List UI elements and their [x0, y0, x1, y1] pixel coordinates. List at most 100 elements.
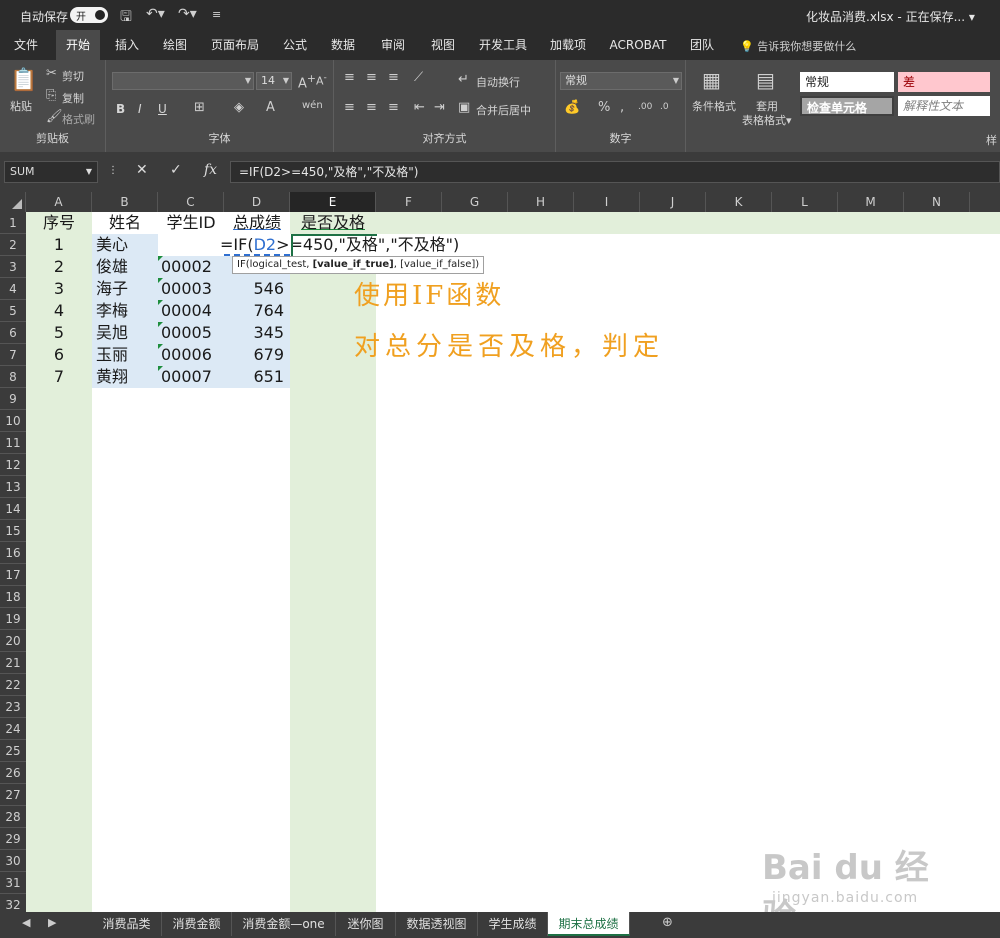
- format-as-table-icon[interactable]: ▤: [756, 68, 775, 92]
- formula-bar-options-icon[interactable]: ⋮: [108, 165, 118, 176]
- row-header-31[interactable]: 31: [0, 872, 26, 894]
- cell-a7[interactable]: 6: [26, 344, 92, 366]
- cell-c3[interactable]: 00002: [158, 256, 224, 278]
- cell-a2[interactable]: 1: [26, 234, 92, 256]
- column-header-f[interactable]: F: [376, 192, 442, 212]
- merge-center-label[interactable]: 合并后居中: [476, 102, 531, 118]
- column-header-n[interactable]: N: [904, 192, 970, 212]
- decrease-indent-icon[interactable]: ⇤: [414, 100, 425, 115]
- align-left-icon[interactable]: ≡: [344, 100, 355, 115]
- cell-b2[interactable]: 美心: [92, 234, 158, 256]
- cell-b7[interactable]: 玉丽: [92, 344, 158, 366]
- cell-a8[interactable]: 7: [26, 366, 92, 388]
- italic-button[interactable]: I: [138, 102, 142, 116]
- phonetic-icon[interactable]: wén: [302, 100, 323, 111]
- tab-insert[interactable]: 插入: [106, 30, 148, 60]
- paste-label[interactable]: 粘贴: [10, 98, 32, 114]
- tab-page-layout[interactable]: 页面布局: [202, 30, 268, 60]
- conditional-formatting-icon[interactable]: ▦: [702, 68, 721, 92]
- format-painter-icon[interactable]: 🖌: [46, 109, 63, 124]
- paste-icon[interactable]: 📋: [10, 68, 37, 93]
- prev-sheet-icon[interactable]: ◀: [22, 916, 30, 929]
- align-bottom-icon[interactable]: ≡: [388, 70, 399, 85]
- row-header-29[interactable]: 29: [0, 828, 26, 850]
- column-header-c[interactable]: C: [158, 192, 224, 212]
- wrap-text-icon[interactable]: ↵: [458, 72, 469, 87]
- row-header-30[interactable]: 30: [0, 850, 26, 872]
- row-header-32[interactable]: 32: [0, 894, 26, 912]
- tab-home[interactable]: 开始: [56, 30, 100, 60]
- column-header-b[interactable]: B: [92, 192, 158, 212]
- cell-c8[interactable]: 00007: [158, 366, 224, 388]
- row-header-13[interactable]: 13: [0, 476, 26, 498]
- fill-color-icon[interactable]: ◈: [234, 100, 244, 115]
- decrease-decimal-icon[interactable]: .0: [660, 102, 669, 112]
- sheet-tab-7[interactable]: 期末总成绩: [548, 912, 630, 936]
- sheet-tab-2[interactable]: 消费金额: [162, 912, 232, 936]
- align-top-icon[interactable]: ≡: [344, 70, 355, 85]
- sheet-tab-6[interactable]: 学生成绩: [478, 912, 548, 936]
- save-icon[interactable]: 🖫: [120, 6, 132, 30]
- insert-function-icon[interactable]: fx: [204, 162, 217, 178]
- tab-addins[interactable]: 加载项: [540, 30, 596, 60]
- tell-me-search[interactable]: 💡 告诉我你想要做什么: [740, 38, 856, 54]
- increase-indent-icon[interactable]: ⇥: [434, 100, 445, 115]
- tab-file[interactable]: 文件: [4, 30, 48, 60]
- column-header-e[interactable]: E: [290, 192, 376, 212]
- row-header-2[interactable]: 2: [0, 234, 26, 256]
- row-header-24[interactable]: 24: [0, 718, 26, 740]
- grow-font-icon[interactable]: A+: [298, 72, 316, 91]
- cell-c7[interactable]: 00006: [158, 344, 224, 366]
- currency-icon[interactable]: 💰: [564, 100, 580, 115]
- header-cell-d[interactable]: 总成绩: [224, 212, 290, 234]
- row-header-5[interactable]: 5: [0, 300, 26, 322]
- cell-d6[interactable]: 345: [224, 322, 290, 344]
- row-header-25[interactable]: 25: [0, 740, 26, 762]
- row-header-27[interactable]: 27: [0, 784, 26, 806]
- font-size-select[interactable]: 14 ▼: [256, 72, 292, 90]
- cell-b6[interactable]: 吴旭: [92, 322, 158, 344]
- row-header-7[interactable]: 7: [0, 344, 26, 366]
- row-header-6[interactable]: 6: [0, 322, 26, 344]
- enter-icon[interactable]: ✓: [170, 162, 182, 178]
- cell-d8[interactable]: 651: [224, 366, 290, 388]
- tab-team[interactable]: 团队: [680, 30, 724, 60]
- tab-data[interactable]: 数据: [322, 30, 364, 60]
- cell-d7[interactable]: 679: [224, 344, 290, 366]
- cell-d5[interactable]: 764: [224, 300, 290, 322]
- row-header-9[interactable]: 9: [0, 388, 26, 410]
- row-header-14[interactable]: 14: [0, 498, 26, 520]
- cell-b5[interactable]: 李梅: [92, 300, 158, 322]
- style-explanatory[interactable]: 解释性文本: [898, 96, 990, 116]
- cell-a3[interactable]: 2: [26, 256, 92, 278]
- redo-icon[interactable]: ↷▾: [178, 6, 197, 22]
- format-painter-label[interactable]: 格式刷: [62, 111, 95, 127]
- next-sheet-icon[interactable]: ▶: [48, 916, 56, 929]
- underline-button[interactable]: U: [158, 102, 167, 116]
- row-header-15[interactable]: 15: [0, 520, 26, 542]
- sheet-tab-3[interactable]: 消费金额—one: [232, 912, 336, 936]
- conditional-formatting-label[interactable]: 条件格式: [692, 98, 736, 114]
- tab-view[interactable]: 视图: [420, 30, 466, 60]
- number-format-select[interactable]: 常规 ▼: [560, 72, 682, 90]
- cell-a6[interactable]: 5: [26, 322, 92, 344]
- orientation-icon[interactable]: ⟋: [414, 70, 423, 85]
- percent-icon[interactable]: %: [598, 100, 610, 115]
- shrink-font-icon[interactable]: A-: [316, 72, 327, 88]
- column-header-g[interactable]: G: [442, 192, 508, 212]
- font-color-icon[interactable]: A: [266, 100, 275, 115]
- tab-developer[interactable]: 开发工具: [472, 30, 534, 60]
- cell-b3[interactable]: 俊雄: [92, 256, 158, 278]
- row-header-19[interactable]: 19: [0, 608, 26, 630]
- style-check-cell[interactable]: 检查单元格: [800, 96, 894, 116]
- row-header-26[interactable]: 26: [0, 762, 26, 784]
- sheet-tab-4[interactable]: 迷你图: [336, 912, 396, 936]
- align-middle-icon[interactable]: ≡: [366, 70, 377, 85]
- wrap-text-label[interactable]: 自动换行: [476, 74, 520, 90]
- column-header-m[interactable]: M: [838, 192, 904, 212]
- row-header-1[interactable]: 1: [0, 212, 26, 234]
- column-header-d[interactable]: D: [224, 192, 290, 212]
- cell-a5[interactable]: 4: [26, 300, 92, 322]
- style-normal[interactable]: 常规: [800, 72, 894, 92]
- cell-b4[interactable]: 海子: [92, 278, 158, 300]
